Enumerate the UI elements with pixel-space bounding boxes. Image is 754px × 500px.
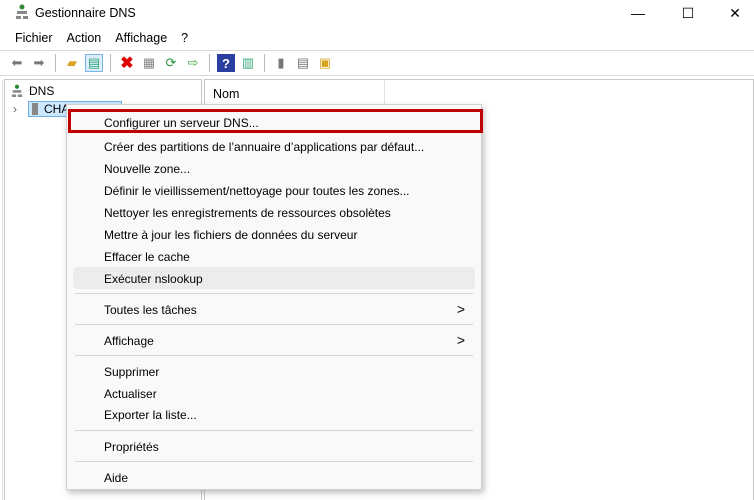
menu-help[interactable]: ? [181,31,188,45]
menu-item-update-data-files[interactable]: Mettre à jour les fichiers de données du… [67,223,481,245]
menu-label: Affichage [104,334,154,348]
toolbar: ⬅ ➡ ▰ ▤ ✖ ▦ ⟳ ⇨ ? ▥ ▮ ▤ ▣ [0,50,754,76]
highlight-annotation [68,109,483,133]
title-bar: Gestionnaire DNS — ☐ ✕ [0,0,754,26]
forward-icon[interactable]: ➡ [30,54,48,72]
toolbar-divider [55,54,56,72]
window-title: Gestionnaire DNS [35,6,136,20]
expand-chevron-icon[interactable]: › [13,102,17,116]
tree-item-dns[interactable]: DNS [11,84,54,98]
menu-bar: Fichier Action Affichage ? [0,27,754,49]
dns-icon [11,84,23,97]
back-icon[interactable]: ⬅ [8,54,26,72]
action-pane-icon[interactable]: ▥ [239,54,257,72]
context-menu: Configurer un serveur DNS... Créer des p… [66,104,482,490]
menu-item-set-aging[interactable]: Définir le vieillissement/nettoyage pour… [67,179,481,201]
server-icon [32,103,38,115]
help-icon[interactable]: ? [217,54,235,72]
zone-icon[interactable]: ▣ [316,54,334,72]
properties-icon[interactable]: ▦ [140,54,158,72]
menu-item-export-list[interactable]: Exporter la liste... [67,403,481,425]
menu-item-delete[interactable]: Supprimer [67,360,481,382]
menu-label: Toutes les tâches [104,303,197,317]
toolbar-divider [110,54,111,72]
export-list-icon[interactable]: ⇨ [184,54,202,72]
menu-separator [75,293,473,294]
submenu-chevron-icon: > [456,332,465,348]
minimize-button[interactable]: — [615,0,661,26]
menu-separator [75,430,473,431]
menu-separator [75,461,473,462]
server-icon[interactable]: ▮ [272,54,290,72]
menu-separator [75,324,473,325]
menu-item-refresh[interactable]: Actualiser [67,382,481,404]
column-header-name[interactable]: Nom [205,80,385,104]
menu-item-create-partitions[interactable]: Créer des partitions de l’annuaire d’app… [67,135,481,157]
menu-item-nslookup[interactable]: Exécuter nslookup [73,267,475,289]
menu-item-properties[interactable]: Propriétés [67,435,481,457]
submenu-chevron-icon: > [456,301,465,317]
toolbar-divider [209,54,210,72]
refresh-icon[interactable]: ⟳ [162,54,180,72]
list-icon[interactable]: ▤ [294,54,312,72]
menu-item-new-zone[interactable]: Nouvelle zone... [67,157,481,179]
close-button[interactable]: ✕ [712,0,754,26]
menu-item-clear-cache[interactable]: Effacer le cache [67,245,481,267]
delete-icon[interactable]: ✖ [118,54,136,72]
menu-item-view[interactable]: Affichage > [67,329,481,351]
left-edge [0,80,3,500]
menu-affichage[interactable]: Affichage [115,31,167,45]
menu-item-scavenge[interactable]: Nettoyer les enregistrements de ressourc… [67,201,481,223]
menu-fichier[interactable]: Fichier [15,31,53,45]
menu-action[interactable]: Action [67,31,102,45]
maximize-button[interactable]: ☐ [665,0,711,26]
up-folder-icon[interactable]: ▰ [63,54,81,72]
menu-item-help[interactable]: Aide [67,466,481,488]
menu-separator [75,355,473,356]
tree-label-dns: DNS [29,84,55,98]
dns-app-icon [16,4,28,19]
toolbar-divider [264,54,265,72]
show-hide-tree-icon[interactable]: ▤ [85,54,103,72]
menu-item-all-tasks[interactable]: Toutes les tâches > [67,298,481,320]
